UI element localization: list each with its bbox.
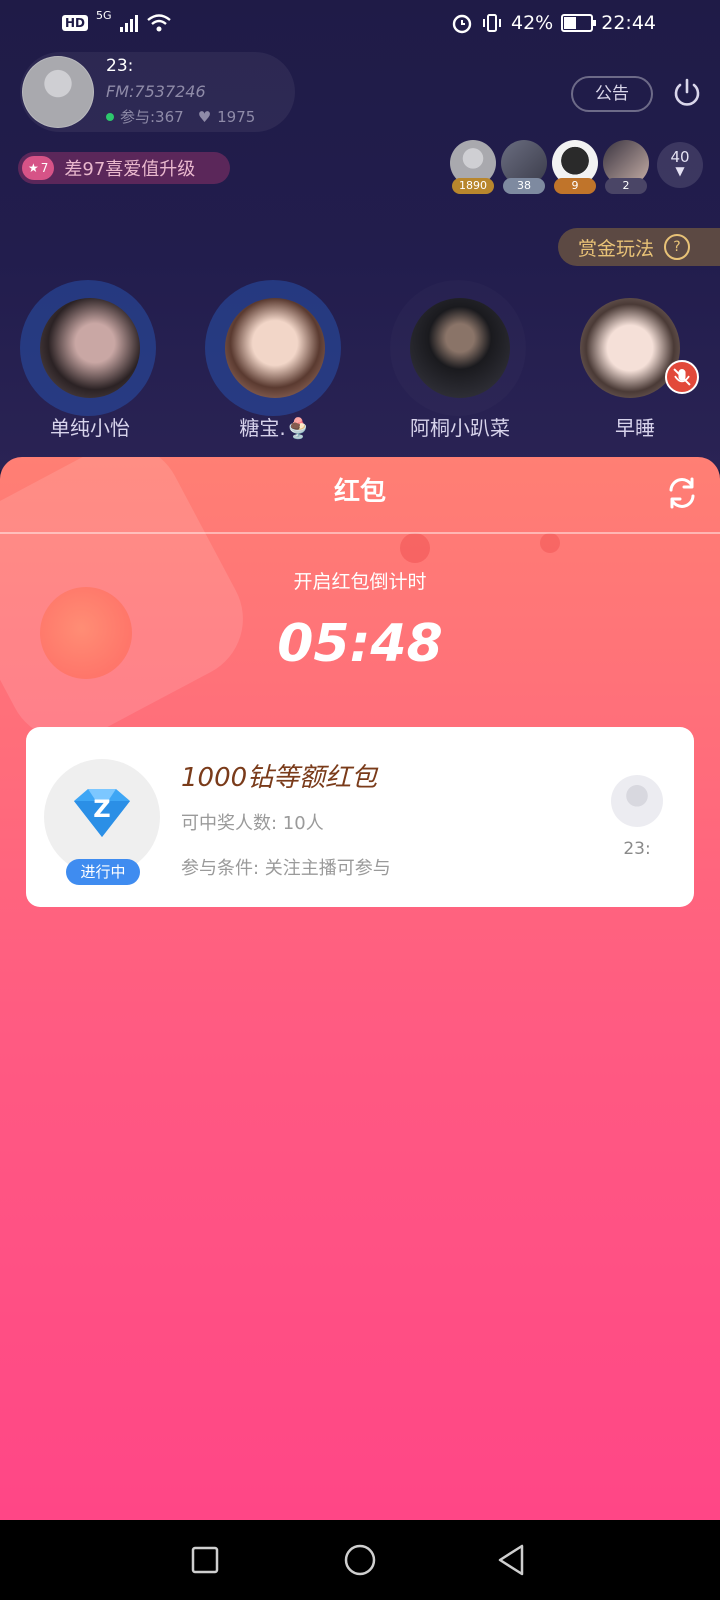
winner-count: 可中奖人数: 10人 [181,813,324,834]
sheet-title: 红包 [333,477,386,507]
packet-icon-container: Z [44,759,160,875]
viewer-avatar[interactable]: 9 [552,140,598,194]
mic-seats: 单纯小怡 糖宝.🍨 阿桐小趴菜 早睡 [0,280,720,450]
level-badge: ★ 7 [22,156,55,180]
chevron-down-icon: ▼ [675,164,685,178]
viewer-count-button[interactable]: 40 ▼ [657,142,703,188]
power-icon[interactable] [670,76,704,110]
coin-decoration-icon [400,533,430,563]
host-stats: 参与:367 ♥ 1975 [106,106,255,127]
refresh-icon[interactable] [664,475,700,511]
recent-apps-button[interactable] [185,1540,225,1580]
mic-muted-icon [665,360,699,394]
viewer-contribution: 2 [605,178,647,194]
level-text: 差97喜爱值升级 [64,159,196,180]
status-badge: 进行中 [66,859,140,885]
host-info-card[interactable]: 23: FM:7537246 参与:367 ♥ 1975 [20,52,295,132]
seat-avatar[interactable] [580,298,680,398]
seat-name: 早睡 [615,416,655,440]
coin-decoration-icon [540,533,560,553]
seat-name: 糖宝.🍨 [239,416,311,440]
viewer-contribution: 1890 [452,178,494,194]
countdown-label: 开启红包倒计时 [293,571,427,593]
home-button[interactable] [340,1540,380,1580]
level-progress-tag[interactable]: ★ 7 差97喜爱值升级 [18,152,230,184]
sender-name: 23: [623,839,651,859]
divider [0,532,720,534]
back-button[interactable] [492,1540,532,1580]
viewer-avatar[interactable]: 38 [501,140,547,194]
system-navigation-bar [0,1520,720,1600]
bounty-game-button[interactable]: 赏金玩法 ? [558,228,720,266]
wifi-icon [146,14,171,32]
clock: 22:44 [601,12,656,34]
diamond-letter: Z [93,795,110,823]
live-room-background: HD 5G 42% 22:44 23: FM:7537246 参与:367 ♥ … [0,0,720,470]
heart-icon: ♥ [197,107,212,126]
seat-avatar[interactable] [225,298,325,398]
level-number: 7 [40,161,49,175]
help-icon[interactable]: ? [664,234,691,260]
countdown-timer: 05:48 [277,614,443,674]
online-dot-icon [106,112,114,121]
bounty-label: 赏金玩法 [578,237,655,260]
seat-name: 阿桐小趴菜 [410,416,510,440]
packet-title: 1000钻等额红包 [181,763,378,793]
signal-icon [119,14,138,32]
red-packet-sheet: 红包 开启红包倒计时 05:48 Z 进行中 1000钻等额红包 可中奖人数: … [0,457,720,1520]
seat-avatar[interactable] [40,298,140,398]
viewer-list[interactable]: 1890 38 9 2 [450,140,654,194]
hd-indicator: HD [62,15,89,31]
status-bar: HD 5G 42% 22:44 [0,0,720,50]
host-avatar[interactable] [22,56,94,128]
star-icon: ★ [28,161,39,175]
participation-count: 参与:367 [120,108,184,126]
vibrate-icon [483,14,501,32]
viewer-avatar[interactable]: 2 [603,140,649,194]
viewer-avatar[interactable]: 1890 [450,140,496,194]
network-type: 5G [96,8,112,22]
participation-condition: 参与条件: 关注主播可参与 [181,858,391,879]
battery-icon [561,14,597,32]
likes-count: 1975 [217,107,256,126]
sender-avatar[interactable] [611,775,663,827]
host-name: 23: [106,56,134,76]
red-packet-card[interactable]: Z 进行中 1000钻等额红包 可中奖人数: 10人 参与条件: 关注主播可参与… [26,727,694,907]
seat-name: 单纯小怡 [50,416,130,440]
diamond-icon: Z [74,789,130,837]
host-fm-id: FM:7537246 [106,82,206,101]
notice-button[interactable]: 公告 [571,76,653,112]
alarm-icon [452,14,472,34]
viewer-contribution: 38 [503,178,545,194]
battery-percent: 42% [511,12,554,34]
seat-avatar[interactable] [410,298,510,398]
viewer-contribution: 9 [554,178,596,194]
